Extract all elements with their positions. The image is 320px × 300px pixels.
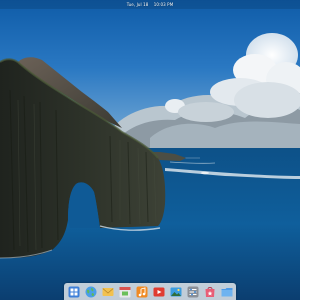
video-icon bbox=[153, 287, 164, 296]
dock-item-files[interactable] bbox=[220, 285, 234, 299]
mail-icon bbox=[102, 287, 113, 296]
music-icon bbox=[136, 286, 147, 297]
photos-icon bbox=[170, 287, 181, 296]
dock-item-music[interactable] bbox=[135, 285, 149, 299]
panel-clock[interactable]: Tue, Jul 18 10:03 PM bbox=[125, 2, 176, 7]
multitasking-icon bbox=[68, 286, 79, 297]
calendar-icon bbox=[119, 286, 130, 297]
wallpaper-sea-arch bbox=[0, 0, 300, 300]
panel-time: 10:03 PM bbox=[153, 2, 174, 7]
folder-icon bbox=[221, 287, 232, 296]
settings-icon bbox=[187, 286, 198, 297]
dock-item-multitasking-view[interactable] bbox=[67, 285, 81, 299]
globe-icon bbox=[85, 286, 96, 297]
dock-item-app-center[interactable] bbox=[203, 285, 217, 299]
desktop: Tue, Jul 18 10:03 PM bbox=[0, 0, 300, 300]
panel-date: Tue, Jul 18 bbox=[126, 2, 149, 7]
dock-item-web-browser[interactable] bbox=[84, 285, 98, 299]
dock-item-system-settings[interactable] bbox=[186, 285, 200, 299]
dock-item-calendar[interactable] bbox=[118, 285, 132, 299]
top-panel: Tue, Jul 18 10:03 PM bbox=[0, 0, 300, 9]
dock-item-mail[interactable] bbox=[101, 285, 115, 299]
dock-item-videos[interactable] bbox=[152, 285, 166, 299]
app-center-icon bbox=[205, 286, 214, 297]
dock-item-photos[interactable] bbox=[169, 285, 183, 299]
dock bbox=[64, 283, 236, 300]
